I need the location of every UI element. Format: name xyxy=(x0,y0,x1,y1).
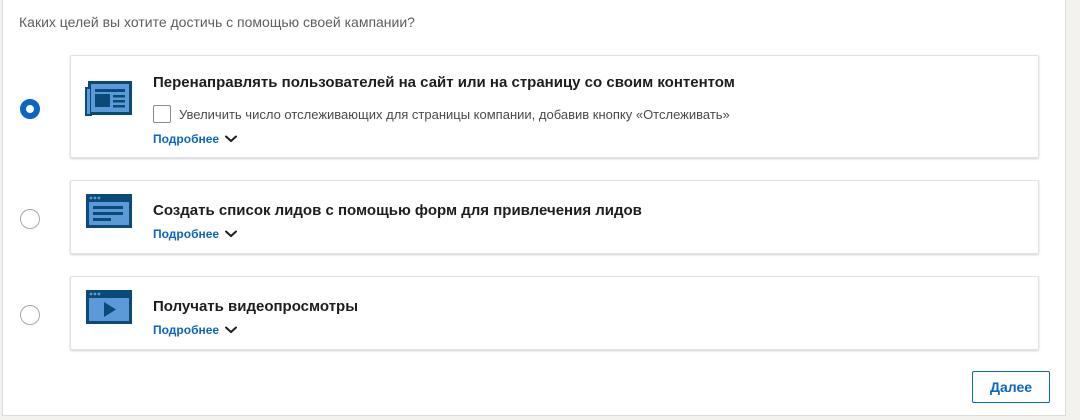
chevron-down-icon xyxy=(225,135,238,143)
chevron-down-icon xyxy=(225,326,238,334)
objective-radio-website-visits[interactable] xyxy=(20,99,40,119)
learn-more-link[interactable]: Подробнее xyxy=(153,227,238,241)
next-button[interactable]: Далее xyxy=(972,371,1050,403)
objective-panel: Каких целей вы хотите достичь с помощью … xyxy=(2,0,1066,416)
learn-more-label: Подробнее xyxy=(153,323,220,337)
objective-title: Создать список лидов с помощью форм для … xyxy=(153,202,642,219)
lead-form-icon xyxy=(86,194,132,228)
objective-card-lead-generation[interactable]: Создать список лидов с помощью форм для … xyxy=(70,180,1039,254)
objective-title: Перенаправлять пользователей на сайт или… xyxy=(153,74,735,91)
follow-button-checkbox[interactable] xyxy=(153,105,171,123)
objective-radio-video-views[interactable] xyxy=(20,305,40,325)
learn-more-label: Подробнее xyxy=(153,227,220,241)
website-visits-icon xyxy=(85,81,132,116)
learn-more-link[interactable]: Подробнее xyxy=(153,132,238,146)
objective-question: Каких целей вы хотите достичь с помощью … xyxy=(19,14,415,30)
follow-button-checkbox-row[interactable]: Увеличить число отслеживающих для страни… xyxy=(153,105,730,123)
video-views-icon xyxy=(86,290,132,324)
chevron-down-icon xyxy=(225,230,238,238)
objective-card-website-visits[interactable]: Перенаправлять пользователей на сайт или… xyxy=(70,55,1039,158)
learn-more-link[interactable]: Подробнее xyxy=(153,323,238,337)
objective-card-video-views[interactable]: Получать видеопросмотры Подробнее xyxy=(70,276,1039,350)
learn-more-label: Подробнее xyxy=(153,132,220,146)
follow-button-checkbox-label: Увеличить число отслеживающих для страни… xyxy=(179,106,730,122)
objective-radio-lead-generation[interactable] xyxy=(20,209,40,229)
objective-title: Получать видеопросмотры xyxy=(153,298,359,315)
